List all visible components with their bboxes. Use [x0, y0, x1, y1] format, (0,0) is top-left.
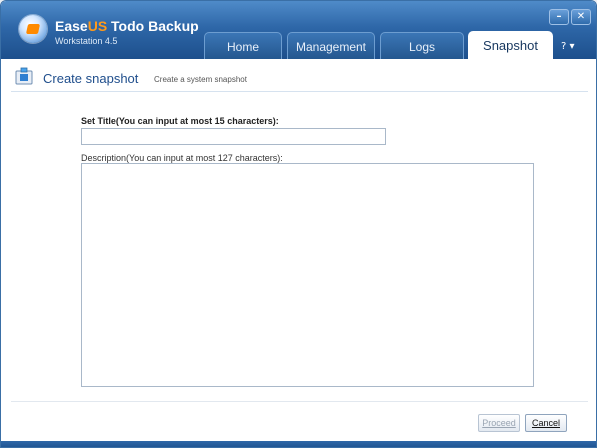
tab-snapshot[interactable]: Snapshot	[468, 31, 553, 60]
app-version: Workstation 4.5	[55, 36, 118, 46]
snapshot-icon	[15, 67, 33, 85]
window-bottom-bar	[1, 441, 596, 447]
title-field-label: Set Title(You can input at most 15 chara…	[81, 116, 279, 126]
description-field-label: Description(You can input at most 127 ch…	[81, 153, 283, 163]
help-menu-button[interactable]: ? ▾	[561, 41, 575, 52]
title-input[interactable]	[81, 128, 386, 145]
tab-home[interactable]: Home	[204, 32, 282, 59]
app-title: EaseUS Todo Backup	[55, 18, 199, 34]
app-logo-icon	[19, 15, 47, 43]
close-button[interactable]: ✕	[571, 9, 591, 25]
app-window: EaseUS Todo Backup Workstation 4.5 – ✕ H…	[0, 0, 597, 448]
minimize-button[interactable]: –	[549, 9, 569, 25]
cancel-button-label: Cancel	[531, 418, 560, 428]
brand-name-accent: US	[87, 18, 108, 34]
tab-logs[interactable]: Logs	[380, 32, 464, 59]
product-name: Todo Backup	[107, 18, 199, 34]
brand-name-part: Ease	[55, 18, 88, 34]
tab-management[interactable]: Management	[287, 32, 375, 59]
description-textarea[interactable]	[81, 163, 534, 387]
title-bar: EaseUS Todo Backup Workstation 4.5 – ✕ H…	[1, 1, 596, 60]
page-subtitle: Create a system snapshot	[154, 75, 247, 84]
footer-divider	[11, 401, 588, 402]
proceed-button-label: Proceed	[482, 418, 516, 428]
header-divider	[11, 91, 588, 92]
cancel-button[interactable]: Cancel	[525, 414, 567, 432]
proceed-button[interactable]: Proceed	[478, 414, 520, 432]
page-title: Create snapshot	[43, 71, 139, 86]
